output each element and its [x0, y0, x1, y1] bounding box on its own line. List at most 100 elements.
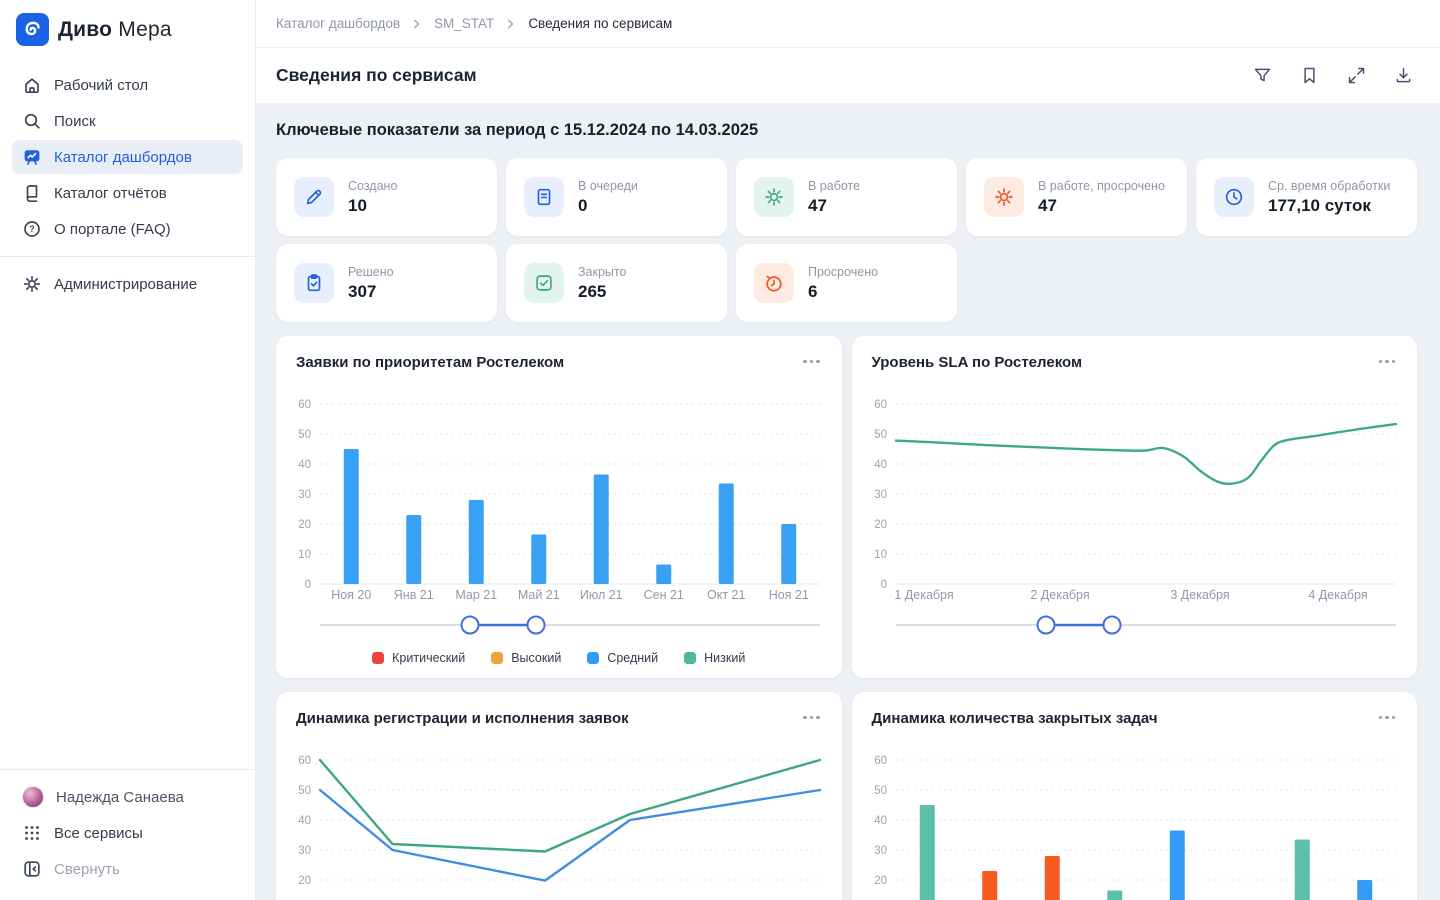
- svg-text:50: 50: [874, 429, 887, 441]
- chart-legend: Критический Высокий Средний Низкий: [276, 651, 842, 665]
- user-menu[interactable]: Надежда Санаева: [12, 780, 243, 814]
- filter-icon[interactable]: [1252, 65, 1273, 86]
- svg-text:20: 20: [874, 519, 887, 531]
- sidebar-item-search[interactable]: Поиск: [12, 104, 243, 138]
- sidebar-item-reports[interactable]: Каталог отчётов: [12, 176, 243, 210]
- legend-item[interactable]: Высокий: [491, 651, 561, 665]
- kpi-grid: Создано 10 В очереди 0 В работе 47 В раб…: [276, 158, 1417, 322]
- brand-light: Мера: [118, 17, 172, 41]
- bar: [1356, 880, 1372, 900]
- expand-icon[interactable]: [1346, 65, 1367, 86]
- series-line: [318, 758, 822, 853]
- svg-text:50: 50: [298, 429, 311, 441]
- chart-title: Заявки по приоритетам Ростелеком: [296, 354, 565, 371]
- chart-card-sla: Уровень SLA по Ростелеком 0 10 20 30 40 50 60 1…: [851, 336, 1417, 678]
- kpi-value: 0: [578, 195, 588, 215]
- kpi-label: Решено: [348, 264, 394, 279]
- kpi-label: Просрочено: [808, 264, 879, 279]
- sidebar-item-faq[interactable]: ? О портале (FAQ): [12, 212, 243, 246]
- chevron-right-icon: [412, 19, 422, 29]
- book-icon: [26, 185, 38, 203]
- slider-handle[interactable]: [460, 615, 480, 635]
- app-window: Диво Мера Рабочий стол Поиск Каталог даш…: [0, 0, 1440, 900]
- collapse-sidebar-button[interactable]: Свернуть: [12, 852, 243, 886]
- kpi-label: Закрыто: [578, 264, 627, 279]
- legend-swatch: [491, 652, 504, 664]
- svg-text:Сен 21: Сен 21: [644, 588, 684, 602]
- all-services-button[interactable]: Все сервисы: [12, 816, 243, 850]
- breadcrumb-dashboards[interactable]: Каталог дашбордов: [276, 16, 400, 31]
- chart-menu-button[interactable]: [801, 354, 821, 369]
- dashboard-content: Ключевые показатели за период с 15.12.20…: [256, 103, 1440, 900]
- sidebar-item-dashboards[interactable]: Каталог дашбордов: [12, 140, 243, 174]
- kpi-label: Создано: [348, 178, 398, 193]
- svg-text:0: 0: [305, 579, 311, 591]
- bar: [718, 483, 734, 584]
- sidebar-item-label: О портале (FAQ): [54, 220, 171, 238]
- svg-text:10: 10: [298, 549, 311, 561]
- grid-dots-icon: [25, 826, 39, 840]
- legend-swatch: [587, 652, 600, 664]
- all-services-label: Все сервисы: [54, 824, 143, 842]
- kpi-value: 307: [348, 281, 377, 301]
- legend-item[interactable]: Средний: [587, 651, 658, 665]
- alarm-clock-icon: [754, 263, 794, 303]
- sidebar-divider: [0, 256, 255, 257]
- kpi-value: 47: [1038, 195, 1057, 215]
- bar: [656, 564, 672, 584]
- chart-menu-button[interactable]: [1377, 710, 1397, 725]
- svg-text:Мар 21: Мар 21: [455, 588, 497, 602]
- kpi-label: В работе: [808, 178, 861, 193]
- sidebar: Диво Мера Рабочий стол Поиск Каталог даш…: [0, 0, 256, 900]
- bar: [1044, 856, 1060, 900]
- kpi-card-resolved: Решено 307: [276, 244, 497, 322]
- sidebar-item-label: Каталог дашбордов: [54, 148, 192, 166]
- slider-handle[interactable]: [1036, 615, 1055, 635]
- app-logo: Диво Мера: [0, 0, 255, 62]
- svg-text:20: 20: [874, 875, 887, 887]
- svg-text:60: 60: [298, 399, 311, 411]
- bar: [1169, 830, 1185, 900]
- slider-handle[interactable]: [1102, 615, 1121, 635]
- toolbar: [1252, 65, 1414, 86]
- legend-item[interactable]: Критический: [372, 651, 465, 665]
- clock-icon: [1214, 177, 1254, 217]
- chart-card-closed-tasks-dynamics: Динамика количества закрытых задач 01020…: [851, 692, 1417, 900]
- bar-chart-priorities: 0 10 20 30 40 50 60 Ноя 20 Янв 21 Мар 21 Май 21 Июл…: [298, 399, 820, 635]
- bar: [981, 871, 997, 900]
- svg-text:50: 50: [874, 785, 887, 797]
- legend-item[interactable]: Низкий: [684, 651, 745, 665]
- chart-menu-button[interactable]: [801, 710, 821, 725]
- sidebar-item-admin[interactable]: Администрирование: [12, 267, 243, 301]
- breadcrumb-sm-stat[interactable]: SM_STAT: [434, 16, 494, 31]
- sidebar-item-desktop[interactable]: Рабочий стол: [12, 68, 243, 102]
- kpi-value: 10: [348, 195, 367, 215]
- user-name: Надежда Санаева: [56, 788, 184, 806]
- bar: [531, 534, 547, 584]
- svg-text:50: 50: [298, 785, 311, 797]
- bookmark-icon[interactable]: [1299, 65, 1320, 86]
- breadcrumb: Каталог дашбордов SM_STAT Сведения по се…: [256, 0, 1440, 48]
- kpi-card-in-progress: В работе 47: [736, 158, 957, 236]
- clipboard-check-icon: [294, 263, 334, 303]
- svg-text:?: ?: [29, 224, 35, 234]
- logo-icon: [16, 13, 49, 46]
- download-icon[interactable]: [1393, 65, 1414, 86]
- gear-icon: [754, 177, 794, 217]
- chart-menu-button[interactable]: [1377, 354, 1397, 369]
- chart-title: Динамика количества закрытых задач: [871, 710, 1158, 727]
- main-area: Каталог дашбордов SM_STAT Сведения по се…: [256, 0, 1440, 900]
- bar: [919, 805, 935, 900]
- chart-card-priorities: Заявки по приоритетам Ростелеком 0 10 20 30…: [276, 336, 842, 678]
- legend-label: Средний: [607, 651, 659, 665]
- page-title: Сведения по сервисам: [276, 65, 477, 85]
- collapse-label: Свернуть: [54, 860, 120, 878]
- svg-text:Июл 21: Июл 21: [580, 588, 623, 602]
- question-circle-icon: ?: [24, 221, 40, 237]
- slider-handle[interactable]: [526, 615, 546, 635]
- kpi-card-avg-time: Ср. время обработки 177,10 суток: [1196, 158, 1417, 236]
- svg-text:40: 40: [298, 459, 311, 471]
- chevron-right-icon: [506, 19, 516, 29]
- dashboard-icon: [24, 150, 40, 165]
- chart-card-registration-dynamics: Динамика регистрации и исполнения заявок…: [276, 692, 842, 900]
